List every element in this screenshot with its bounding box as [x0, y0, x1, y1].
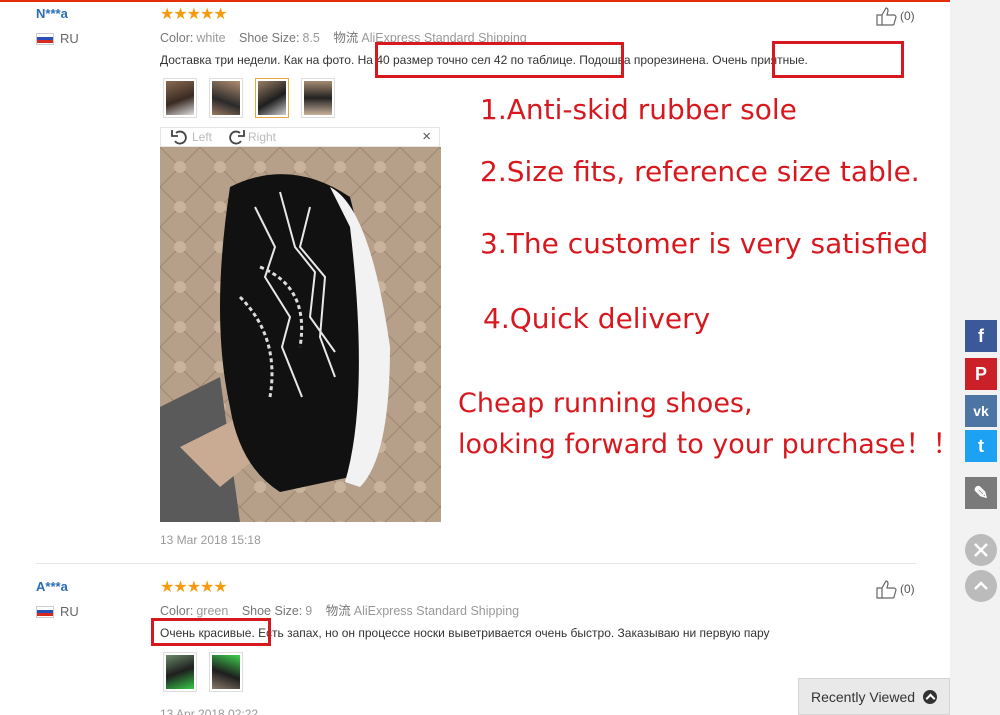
- review-text-part: Доставка три недели. Как на фото.: [160, 53, 358, 67]
- pinterest-share-button[interactable]: P: [965, 358, 997, 390]
- review-photo-thumbnail-selected[interactable]: [255, 78, 289, 118]
- edit-button[interactable]: ✎: [965, 477, 997, 509]
- recently-viewed-label: Recently Viewed: [811, 688, 916, 705]
- shoe-photo-illustration: [160, 147, 441, 522]
- annotation-text: 1.Anti-skid rubber sole: [480, 93, 797, 126]
- color-label: Color:: [160, 604, 194, 618]
- rotate-right-label: Right: [248, 130, 277, 144]
- review-page: N***a RU ★★★★★ Color: white Shoe Size: 8.5…: [0, 0, 950, 715]
- country-code: RU: [60, 604, 79, 619]
- annotation-text: 4.Quick delivery: [483, 302, 711, 335]
- shipping-value: AliExpress Standard Shipping: [353, 604, 520, 618]
- photo-viewer-toolbar: Left Right ×: [160, 127, 440, 147]
- like-button[interactable]: (0): [876, 6, 915, 26]
- close-icon: [974, 543, 988, 557]
- reviewer-country: RU: [36, 31, 79, 46]
- shipping-label: 物流: [325, 604, 351, 618]
- reviewer-name[interactable]: N***a: [36, 6, 68, 21]
- review-photo-large: [160, 147, 441, 522]
- highlight-box: [151, 618, 271, 646]
- like-count: (0): [900, 9, 915, 23]
- review-separator: [36, 563, 916, 564]
- review-item: N***a RU ★★★★★ Color: white Shoe Size: 8.5…: [0, 0, 950, 560]
- highlight-box: [772, 41, 904, 78]
- close-float-button[interactable]: [965, 534, 997, 566]
- review-date: 13 Apr 2018 02:22: [160, 707, 259, 715]
- close-viewer-button[interactable]: ×: [422, 128, 431, 145]
- size-value: 9: [305, 604, 313, 618]
- size-value: 8.5: [302, 31, 320, 45]
- star-rating: ★★★★★: [160, 6, 228, 23]
- reviewer-name[interactable]: A***a: [36, 579, 68, 594]
- review-photo-thumbnail[interactable]: [301, 78, 335, 118]
- annotation-text: 2.Size fits, reference size table.: [480, 155, 920, 188]
- review-meta: Color: green Shoe Size: 9 物流 AliExpress Sta…: [160, 600, 519, 619]
- chevron-up-icon: [974, 581, 988, 590]
- review-photo-thumbnail[interactable]: [209, 78, 243, 118]
- like-button[interactable]: (0): [876, 579, 915, 599]
- review-photo-thumbnail[interactable]: [163, 78, 197, 118]
- rotate-right-button[interactable]: Right: [227, 129, 276, 145]
- highlight-box: [375, 42, 624, 78]
- reviewer-country: RU: [36, 604, 79, 619]
- size-label: Shoe Size:: [241, 604, 303, 618]
- russia-flag-icon: [36, 32, 54, 45]
- rotate-left-label: Left: [192, 130, 213, 144]
- annotation-text: 3.The customer is very satisfied: [480, 227, 929, 260]
- russia-flag-icon: [36, 605, 54, 618]
- vk-share-button[interactable]: vk: [965, 395, 997, 427]
- review-date: 13 Mar 2018 15:18: [160, 533, 261, 547]
- color-value: green: [196, 604, 229, 618]
- thumbs-up-icon: [876, 580, 897, 599]
- color-value: white: [196, 31, 226, 45]
- rotate-left-button[interactable]: Left: [171, 129, 212, 145]
- country-code: RU: [60, 31, 79, 46]
- rotate-right-icon: [229, 130, 245, 145]
- review-text-part: Есть запах, но он процессе носки выветри…: [254, 626, 770, 640]
- chevron-up-icon: [923, 689, 938, 704]
- back-to-top-button[interactable]: [965, 570, 997, 602]
- twitter-share-button[interactable]: t: [965, 430, 997, 462]
- review-photo-thumbnail[interactable]: [209, 652, 243, 692]
- annotation-text: looking forward to your purchase！！: [458, 429, 950, 460]
- size-label: Shoe Size:: [239, 31, 300, 45]
- rotate-left-icon: [171, 130, 187, 145]
- thumbs-up-icon: [876, 7, 897, 26]
- facebook-share-button[interactable]: f: [965, 320, 997, 352]
- color-label: Color:: [160, 31, 194, 45]
- recently-viewed-button[interactable]: Recently Viewed: [798, 678, 950, 715]
- review-photo-thumbnail[interactable]: [163, 652, 197, 692]
- like-count: (0): [900, 582, 915, 596]
- star-rating: ★★★★★: [160, 579, 228, 596]
- shipping-label: 物流: [333, 31, 359, 45]
- annotation-text: Cheap running shoes,: [458, 388, 753, 419]
